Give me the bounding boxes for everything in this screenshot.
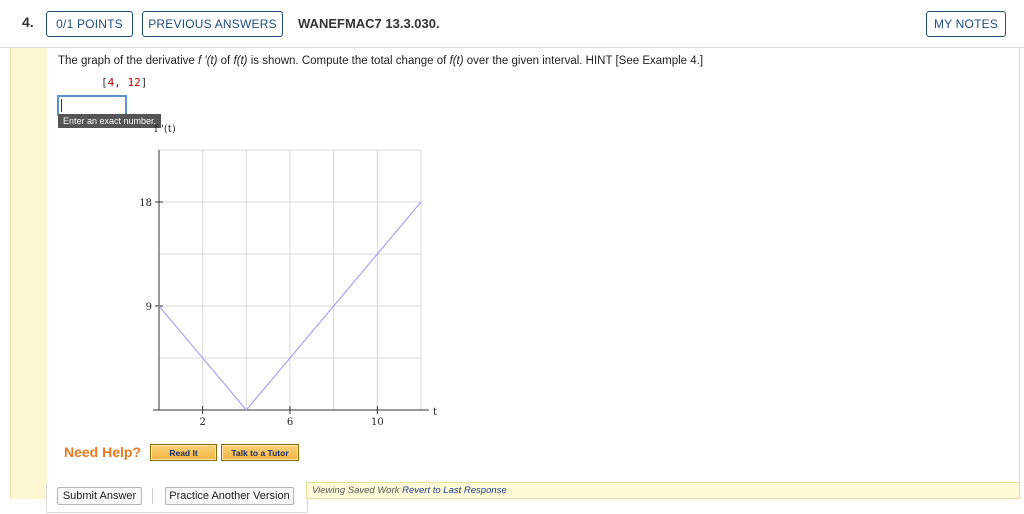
f-symbol: f(t) — [233, 55, 248, 67]
points-button[interactable]: 0/1 POINTS — [46, 11, 133, 37]
y-tick-label: 18 — [139, 198, 152, 209]
submit-answer-button[interactable]: Submit Answer — [57, 487, 142, 505]
answer-input[interactable] — [57, 95, 127, 116]
f-symbol-2: f(t) — [449, 55, 464, 67]
right-border — [1019, 47, 1020, 499]
fprime-symbol: f '(t) — [198, 55, 218, 67]
derivative-chart: 2 6 10 9 18 t f '(t) — [130, 118, 450, 443]
x-tick-label: 2 — [199, 417, 205, 428]
need-help-label: Need Help? — [64, 444, 142, 460]
question-side-bar — [10, 47, 47, 499]
saved-work-strip: Viewing Saved Work Revert to Last Respon… — [306, 482, 1020, 499]
question-text: The graph of the derivative f '(t) of f(… — [58, 55, 704, 67]
talk-to-tutor-button[interactable]: Talk to a Tutor — [221, 444, 299, 461]
previous-answers-button[interactable]: PREVIOUS ANSWERS — [142, 11, 283, 37]
read-it-button[interactable]: Read It — [150, 444, 217, 461]
y-axis-label: f '(t) — [154, 124, 176, 135]
x-tick-label: 10 — [371, 417, 384, 428]
button-separator — [152, 488, 153, 504]
interval-end: 12 — [127, 76, 141, 89]
interval: [4, 12] — [101, 76, 148, 89]
x-axis-label: t — [433, 407, 437, 418]
practice-another-version-button[interactable]: Practice Another Version — [165, 487, 294, 505]
my-notes-button[interactable]: MY NOTES — [926, 11, 1006, 37]
text-caret — [61, 99, 62, 112]
assignment-code: WANEFMAC7 13.3.030. — [298, 16, 440, 31]
revert-link[interactable]: Revert to Last Response — [402, 485, 507, 496]
y-tick-label: 9 — [146, 302, 152, 313]
viewing-saved-work-text: Viewing Saved Work — [312, 485, 400, 496]
chart-svg: 2 6 10 9 18 t f '(t) — [139, 124, 437, 428]
question-number: 4. — [22, 14, 34, 30]
header-divider — [0, 47, 1024, 48]
x-tick-label: 6 — [287, 417, 293, 428]
